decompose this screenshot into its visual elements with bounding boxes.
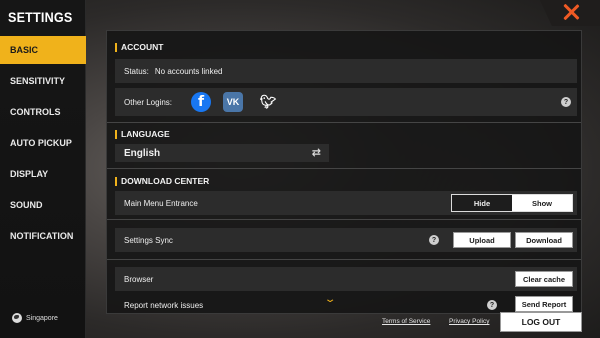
accent-bar: [115, 176, 117, 186]
sidebar-item-controls[interactable]: CONTROLS: [0, 98, 86, 126]
other-logins-label: Other Logins:: [124, 97, 173, 107]
report-label: Report network issues: [124, 300, 204, 310]
divider: [107, 259, 581, 260]
chevron-down-icon[interactable]: ⌄: [324, 294, 337, 305]
sidebar-item-sensitivity[interactable]: SENSITIVITY: [0, 67, 86, 95]
report-row: Report network issues ?: [115, 293, 577, 313]
close-icon: [562, 3, 580, 21]
sidebar-item-auto-pickup[interactable]: AUTO PICKUP: [0, 129, 86, 157]
region-indicator: Singapore: [12, 313, 58, 323]
help-icon[interactable]: ?: [487, 300, 497, 310]
language-select[interactable]: English ⇄: [115, 144, 329, 162]
logout-button[interactable]: LOG OUT: [500, 312, 582, 332]
help-icon[interactable]: ?: [429, 235, 439, 245]
language-value: English: [124, 147, 161, 159]
sidebar-item-sound[interactable]: SOUND: [0, 191, 86, 219]
account-heading: ACCOUNT: [115, 40, 164, 54]
download-center-heading: DOWNLOAD CENTER: [115, 174, 209, 188]
upload-button[interactable]: Upload: [453, 232, 511, 248]
divider: [107, 122, 581, 123]
sidebar-nav: BASIC SENSITIVITY CONTROLS AUTO PICKUP D…: [0, 36, 86, 253]
status-value: No accounts linked: [154, 66, 223, 76]
settings-sync-label: Settings Sync: [124, 235, 173, 245]
vk-icon[interactable]: VK: [223, 92, 243, 112]
sidebar-item-notification[interactable]: NOTIFICATION: [0, 222, 86, 250]
accent-bar: [115, 129, 117, 139]
language-heading: LANGUAGE: [115, 127, 170, 141]
facebook-icon[interactable]: f: [191, 92, 211, 112]
show-option[interactable]: Show: [512, 195, 572, 211]
help-icon[interactable]: ?: [561, 97, 571, 107]
main-menu-entrance-label: Main Menu Entrance: [124, 198, 198, 208]
privacy-link[interactable]: Privacy Policy: [449, 318, 489, 325]
sidebar-item-display[interactable]: DISPLAY: [0, 160, 86, 188]
divider: [107, 219, 581, 220]
accent-bar: [115, 42, 117, 52]
status-label: Status:: [124, 66, 149, 76]
page-title: SETTINGS: [8, 9, 73, 25]
browser-label: Browser: [124, 274, 154, 284]
terms-link[interactable]: Terms of Service: [382, 318, 430, 325]
close-button[interactable]: [540, 0, 600, 26]
download-center-heading-text: DOWNLOAD CENTER: [121, 176, 210, 186]
account-heading-text: ACCOUNT: [121, 42, 164, 52]
clear-cache-button[interactable]: Clear cache: [515, 271, 573, 287]
other-logins-row: Other Logins: f VK 🐦︎ ?: [115, 88, 577, 116]
divider: [107, 168, 581, 169]
region-label: Singapore: [26, 314, 58, 322]
twitter-icon[interactable]: 🐦︎: [258, 92, 278, 112]
sidebar: SETTINGS BASIC SENSITIVITY CONTROLS AUTO…: [0, 0, 86, 338]
settings-panel: ACCOUNT Status: No accounts linked Other…: [106, 30, 582, 314]
browser-row: Browser: [115, 267, 577, 291]
account-status-row: Status: No accounts linked: [115, 59, 577, 83]
sidebar-item-basic[interactable]: BASIC: [0, 36, 86, 64]
globe-icon: [12, 313, 22, 323]
main-menu-toggle[interactable]: Hide Show: [451, 194, 573, 212]
language-heading-text: LANGUAGE: [121, 129, 170, 139]
send-report-button[interactable]: Send Report: [515, 296, 573, 312]
download-button[interactable]: Download: [515, 232, 573, 248]
hide-option[interactable]: Hide: [452, 195, 512, 211]
swap-icon: ⇄: [311, 146, 321, 159]
